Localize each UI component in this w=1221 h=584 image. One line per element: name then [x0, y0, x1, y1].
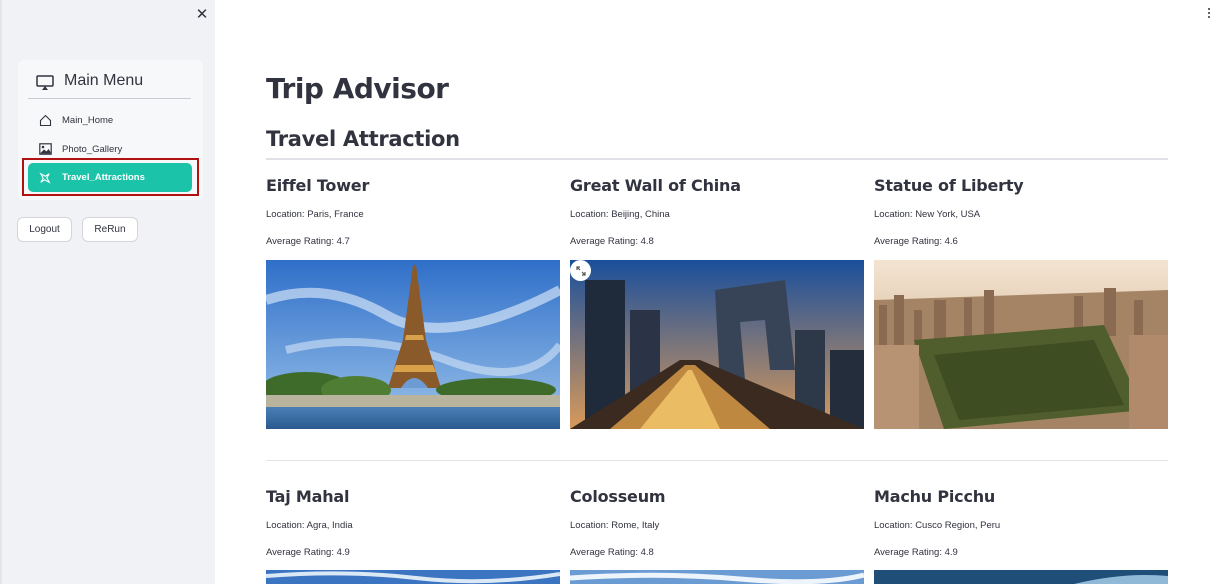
attraction-rating: Average Rating: 4.6	[874, 236, 958, 247]
attraction-name: Machu Picchu	[874, 487, 996, 506]
attraction-image[interactable]	[266, 570, 560, 584]
rerun-button[interactable]: ReRun	[82, 217, 138, 242]
attraction-location: Location: Cusco Region, Peru	[874, 520, 1001, 531]
attraction-location: Location: New York, USA	[874, 209, 981, 220]
logout-button[interactable]: Logout	[17, 217, 72, 242]
sidebar-item-travel-attractions[interactable]: Travel_Attractions	[28, 163, 192, 192]
sidebar-item-photo-gallery[interactable]: Photo_Gallery	[28, 136, 192, 162]
sidebar-item-label: Travel_Attractions	[62, 172, 145, 183]
attraction-location: Location: Rome, Italy	[570, 520, 660, 531]
menu-header: Main Menu	[28, 70, 191, 99]
house-icon	[38, 113, 52, 127]
monitor-icon	[36, 75, 54, 90]
sidebar: ✕ Main Menu Main_Home Photo_Gallery Trav…	[0, 0, 215, 584]
attraction-rating: Average Rating: 4.8	[570, 236, 654, 247]
attraction-image[interactable]	[874, 260, 1168, 429]
attraction-name: Statue of Liberty	[874, 176, 1024, 195]
sidebar-item-main-home[interactable]: Main_Home	[28, 107, 192, 133]
attraction-image[interactable]	[570, 570, 864, 584]
menu-title: Main Menu	[64, 72, 144, 89]
expand-image-icon[interactable]	[570, 260, 591, 281]
attraction-rating: Average Rating: 4.7	[266, 236, 350, 247]
main-menu-kebab-icon[interactable]	[1205, 7, 1213, 21]
attraction-location: Location: Beijing, China	[570, 209, 670, 220]
attraction-rating: Average Rating: 4.8	[570, 547, 654, 558]
attraction-image[interactable]	[570, 260, 864, 429]
attraction-rating: Average Rating: 4.9	[266, 547, 350, 558]
attraction-location: Location: Agra, India	[266, 520, 353, 531]
page-title: Trip Advisor	[266, 72, 449, 105]
close-sidebar-icon[interactable]: ✕	[195, 6, 209, 22]
attraction-rating: Average Rating: 4.9	[874, 547, 958, 558]
attraction-name: Eiffel Tower	[266, 176, 370, 195]
section-title: Travel Attraction	[266, 127, 460, 151]
attraction-name: Great Wall of China	[570, 176, 741, 195]
sidebar-item-label: Main_Home	[62, 114, 114, 126]
image-icon	[38, 142, 52, 156]
attraction-location: Location: Paris, France	[266, 209, 364, 220]
main-menu: Main Menu Main_Home Photo_Gallery Travel…	[18, 60, 203, 200]
attraction-name: Taj Mahal	[266, 487, 350, 506]
row-divider	[266, 460, 1168, 461]
airplane-icon	[38, 171, 52, 185]
section-divider	[266, 158, 1168, 160]
attraction-name: Colosseum	[570, 487, 666, 506]
attraction-image[interactable]	[874, 570, 1168, 584]
sidebar-item-label: Photo_Gallery	[62, 143, 123, 155]
attraction-image[interactable]	[266, 260, 560, 429]
